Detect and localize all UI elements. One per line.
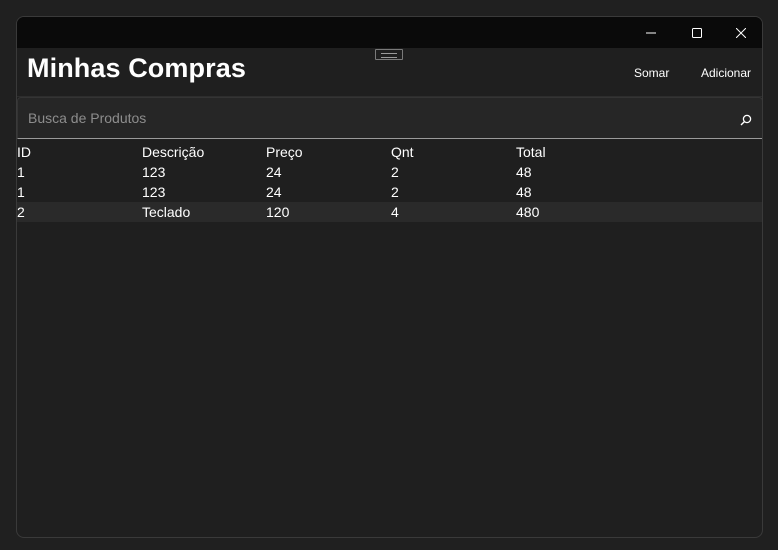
- table-header-row: ID Descrição Preço Qnt Total: [17, 142, 762, 162]
- cell-preco: 120: [266, 204, 290, 220]
- search-box[interactable]: [17, 97, 762, 139]
- cell-total: 48: [516, 164, 532, 180]
- page-title: Minhas Compras: [27, 53, 246, 83]
- products-table: ID Descrição Preço Qnt Total 1 123 24 2 …: [17, 142, 762, 222]
- cell-total: 480: [516, 204, 540, 220]
- somar-button[interactable]: Somar: [634, 66, 669, 80]
- cell-id: 1: [17, 184, 25, 200]
- column-header-preco[interactable]: Preço: [266, 142, 303, 162]
- cell-descricao: Teclado: [142, 204, 191, 220]
- close-button[interactable]: [718, 17, 762, 48]
- maximize-icon: [692, 27, 702, 38]
- cell-total: 48: [516, 184, 532, 200]
- table-row[interactable]: 1 123 24 2 48: [17, 182, 762, 202]
- table-row[interactable]: 1 123 24 2 48: [17, 162, 762, 182]
- drag-handle[interactable]: [375, 49, 403, 60]
- cell-qnt: 2: [391, 184, 399, 200]
- minimize-icon: [646, 28, 656, 38]
- cell-id: 2: [17, 204, 25, 220]
- adicionar-button[interactable]: Adicionar: [701, 66, 751, 80]
- search-input[interactable]: [28, 110, 708, 126]
- minimize-button[interactable]: [628, 17, 674, 48]
- app-window: Minhas Compras Somar Adicionar ID Descri…: [16, 16, 763, 538]
- table-row[interactable]: 2 Teclado 120 4 480: [17, 202, 762, 222]
- cell-descricao: 123: [142, 184, 166, 200]
- close-icon: [736, 27, 746, 38]
- column-header-descricao[interactable]: Descrição: [142, 142, 204, 162]
- column-header-id[interactable]: ID: [17, 142, 31, 162]
- cell-qnt: 2: [391, 164, 399, 180]
- cell-preco: 24: [266, 184, 282, 200]
- cell-preco: 24: [266, 164, 282, 180]
- column-header-total[interactable]: Total: [516, 142, 546, 162]
- cell-qnt: 4: [391, 204, 399, 220]
- cell-id: 1: [17, 164, 25, 180]
- search-icon[interactable]: [740, 113, 752, 126]
- column-header-qnt[interactable]: Qnt: [391, 142, 414, 162]
- title-bar[interactable]: [17, 17, 762, 48]
- maximize-button[interactable]: [674, 17, 720, 48]
- cell-descricao: 123: [142, 164, 166, 180]
